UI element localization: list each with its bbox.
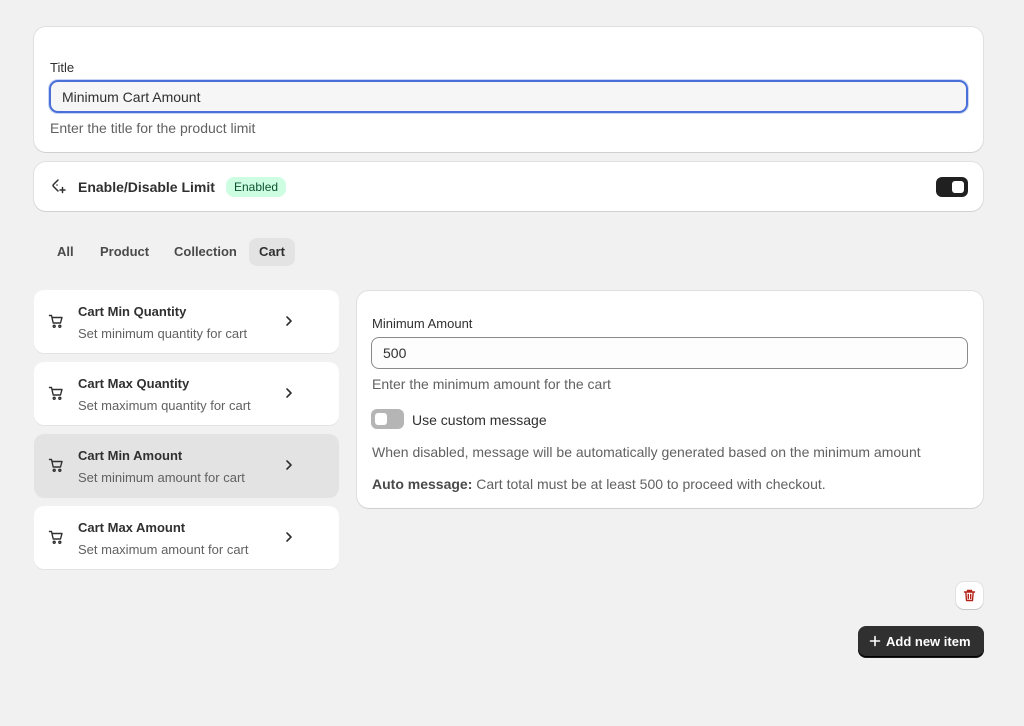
custom-message-label: Use custom message: [412, 412, 547, 428]
toggle-knob: [375, 413, 387, 425]
toggle-knob: [952, 181, 964, 193]
enable-limit-label: Enable/Disable Limit: [78, 179, 215, 195]
enable-card: Enable/Disable Limit Enabled: [34, 162, 983, 211]
title-label: Title: [50, 60, 75, 75]
item-title: Cart Max Quantity: [78, 376, 190, 391]
add-new-item-button[interactable]: Add new item: [858, 626, 984, 657]
item-subtitle: Set minimum amount for cart: [78, 470, 245, 485]
title-card: Title Enter the title for the product li…: [34, 27, 983, 152]
tab-all[interactable]: All: [47, 238, 84, 266]
cart-icon: [48, 313, 65, 330]
minimum-amount-input[interactable]: [371, 337, 968, 369]
list-item-cart-max-quantity[interactable]: Cart Max Quantity Set maximum quantity f…: [34, 362, 339, 425]
enable-limit-toggle[interactable]: [936, 177, 968, 197]
cart-icon: [48, 457, 65, 474]
tab-cart[interactable]: Cart: [249, 238, 296, 266]
chevron-right-icon: [282, 458, 296, 472]
custom-message-toggle[interactable]: [371, 409, 404, 429]
item-subtitle: Set maximum quantity for cart: [78, 398, 251, 413]
trash-icon: [963, 589, 976, 602]
title-input[interactable]: [49, 80, 968, 113]
item-title: Cart Min Quantity: [78, 304, 187, 319]
item-subtitle: Set maximum amount for cart: [78, 542, 249, 557]
list-item-cart-max-amount[interactable]: Cart Max Amount Set maximum amount for c…: [34, 506, 339, 569]
add-new-item-label: Add new item: [886, 634, 971, 649]
item-title: Cart Min Amount: [78, 448, 183, 463]
chevron-right-icon: [282, 386, 296, 400]
item-subtitle: Set minimum quantity for cart: [78, 326, 248, 341]
cart-icon: [48, 529, 65, 546]
delete-button[interactable]: [956, 582, 983, 609]
detail-card: Minimum Amount Enter the minimum amount …: [357, 291, 983, 508]
chevron-right-icon: [282, 314, 296, 328]
list-item-cart-min-quantity[interactable]: Cart Min Quantity Set minimum quantity f…: [34, 290, 339, 353]
tag-refresh-icon: [51, 178, 68, 195]
plus-icon: [868, 634, 882, 648]
disabled-note: When disabled, message will be automatic…: [372, 444, 921, 460]
item-title: Cart Max Amount: [78, 520, 186, 535]
auto-message-prefix: Auto message:: [372, 476, 473, 492]
chevron-right-icon: [282, 530, 296, 544]
title-help-text: Enter the title for the product limit: [50, 120, 256, 136]
status-badge: Enabled: [226, 177, 287, 197]
tab-product[interactable]: Product: [90, 238, 159, 266]
auto-message: Auto message: Cart total must be at leas…: [372, 476, 826, 492]
tab-collection[interactable]: Collection: [164, 238, 247, 266]
list-item-cart-min-amount[interactable]: Cart Min Amount Set minimum amount for c…: [34, 434, 339, 497]
minimum-amount-help: Enter the minimum amount for the cart: [372, 376, 611, 392]
cart-icon: [48, 385, 65, 402]
minimum-amount-label: Minimum Amount: [372, 316, 473, 331]
auto-message-text: Cart total must be at least 500 to proce…: [472, 476, 826, 492]
